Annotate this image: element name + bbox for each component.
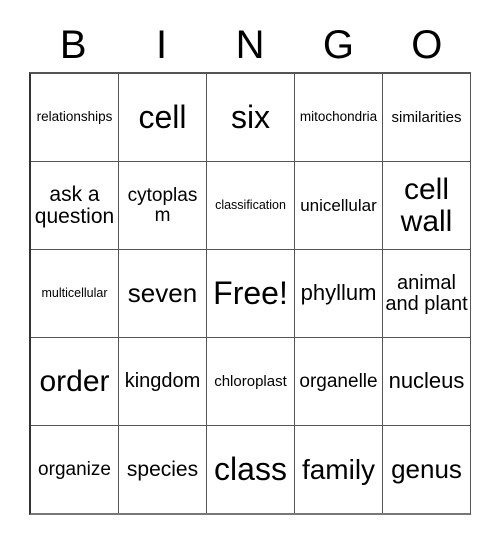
bingo-cell[interactable]: species — [118, 426, 206, 513]
header-letter-i: I — [156, 23, 168, 67]
bingo-cell[interactable]: similarities — [382, 74, 470, 161]
bingo-cell[interactable]: cell — [118, 74, 206, 161]
header-letter-o: O — [411, 23, 443, 67]
bingo-header-row: B I N G O — [29, 18, 471, 72]
bingo-cell[interactable]: cytoplasm — [118, 162, 206, 249]
bingo-cell[interactable]: seven — [118, 250, 206, 337]
bingo-cell[interactable]: kingdom — [118, 338, 206, 425]
bingo-cell[interactable]: order — [31, 338, 118, 425]
header-letter-n: N — [235, 23, 265, 67]
bingo-cell-free-space[interactable]: Free! — [206, 250, 294, 337]
bingo-cell[interactable]: six — [206, 74, 294, 161]
bingo-cell[interactable]: multicellular — [31, 250, 118, 337]
bingo-cell[interactable]: ask a question — [31, 162, 118, 249]
bingo-row: multicellular seven Free! phyllum animal… — [31, 249, 470, 337]
bingo-cell[interactable]: nucleus — [382, 338, 470, 425]
bingo-cell[interactable]: relationships — [31, 74, 118, 161]
bingo-row: organize species class family genus — [31, 425, 470, 513]
bingo-cell[interactable]: family — [294, 426, 382, 513]
bingo-cell[interactable]: phyllum — [294, 250, 382, 337]
bingo-cell[interactable]: organize — [31, 426, 118, 513]
bingo-row: ask a question cytoplasm classification … — [31, 161, 470, 249]
bingo-cell[interactable]: mitochondria — [294, 74, 382, 161]
bingo-cell[interactable]: chloroplast — [206, 338, 294, 425]
bingo-row: relationships cell six mitochondria simi… — [31, 74, 470, 161]
bingo-cell[interactable]: classification — [206, 162, 294, 249]
bingo-card: B I N G O relationships cell six mitocho… — [0, 0, 500, 544]
bingo-cell[interactable]: animal and plant — [382, 250, 470, 337]
bingo-cell[interactable]: organelle — [294, 338, 382, 425]
bingo-cell[interactable]: unicellular — [294, 162, 382, 249]
bingo-cell[interactable]: cell wall — [382, 162, 470, 249]
bingo-cell[interactable]: class — [206, 426, 294, 513]
bingo-grid: relationships cell six mitochondria simi… — [29, 72, 471, 515]
bingo-cell[interactable]: genus — [382, 426, 470, 513]
header-letter-g: G — [322, 23, 354, 67]
bingo-row: order kingdom chloroplast organelle nucl… — [31, 337, 470, 425]
header-letter-b: B — [59, 23, 87, 67]
